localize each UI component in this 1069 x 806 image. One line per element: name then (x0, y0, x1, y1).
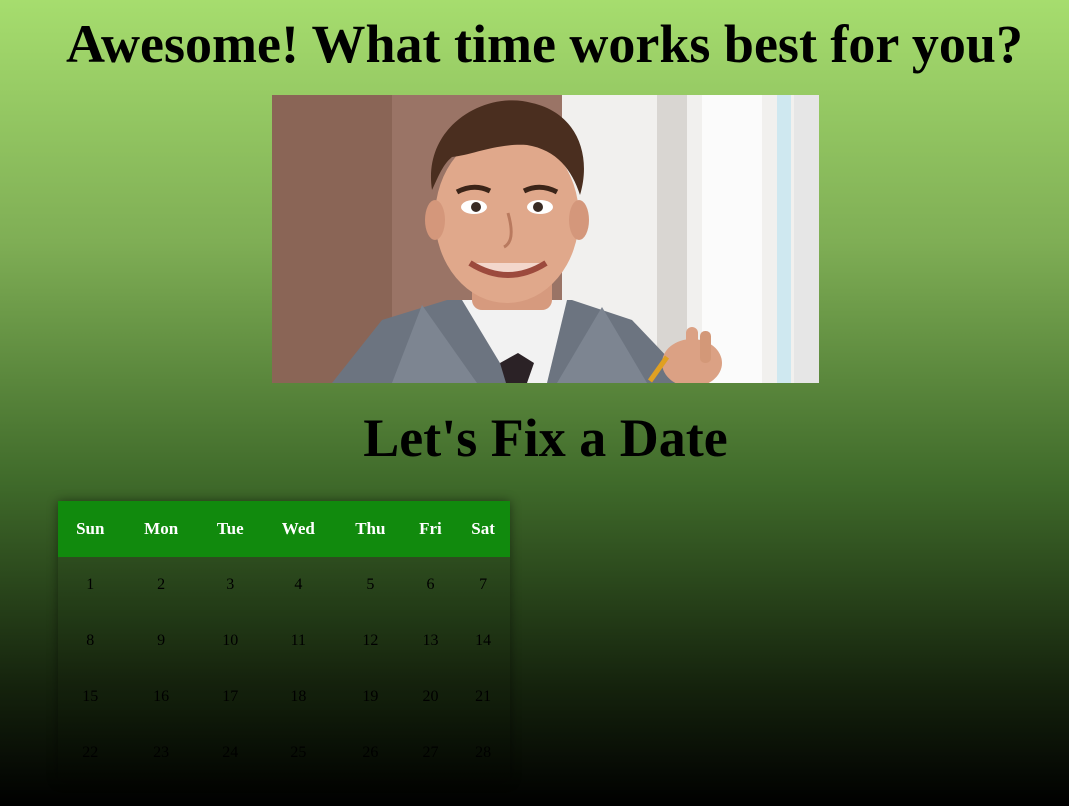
calendar-day[interactable]: 16 (123, 669, 200, 725)
calendar-day[interactable]: 22 (58, 725, 123, 781)
calendar-day[interactable]: 5 (336, 557, 405, 613)
calendar-day[interactable]: 23 (123, 725, 200, 781)
calendar-day[interactable]: 20 (405, 669, 457, 725)
calendar-day[interactable]: 11 (261, 613, 336, 669)
calendar-day[interactable]: 26 (336, 725, 405, 781)
calendar-week-row: 8 9 10 11 12 13 14 (58, 613, 510, 669)
weekday-mon: Mon (122, 501, 200, 557)
calendar-day[interactable]: 10 (200, 613, 261, 669)
weekday-sun: Sun (58, 501, 123, 557)
reaction-photo (272, 95, 819, 383)
calendar-day[interactable]: 12 (336, 613, 405, 669)
calendar-day[interactable]: 21 (456, 669, 510, 725)
calendar-week-row: 1 2 3 4 5 6 7 (58, 557, 510, 613)
calendar-day[interactable]: 7 (456, 557, 510, 613)
calendar-day[interactable]: 8 (58, 613, 123, 669)
calendar-day[interactable]: 18 (261, 669, 336, 725)
calendar-week-row: 15 16 17 18 19 20 21 (58, 669, 510, 725)
calendar-day[interactable]: 27 (405, 725, 457, 781)
calendar-day[interactable]: 9 (123, 613, 200, 669)
calendar-day[interactable]: 13 (405, 613, 457, 669)
calendar-day[interactable]: 25 (261, 725, 336, 781)
calendar-day[interactable]: 19 (336, 669, 405, 725)
calendar-heading: Let's Fix a Date (363, 408, 728, 468)
weekday-thu: Thu (335, 501, 405, 557)
calendar-day[interactable]: 4 (261, 557, 336, 613)
weekday-sat: Sat (456, 501, 510, 557)
calendar-day[interactable]: 3 (200, 557, 261, 613)
weekday-tue: Tue (199, 501, 261, 557)
calendar-week-row: 22 23 24 25 26 27 28 (58, 725, 510, 781)
calendar-day[interactable]: 28 (456, 725, 510, 781)
weekday-fri: Fri (404, 501, 457, 557)
calendar-day[interactable]: 17 (200, 669, 261, 725)
calendar-day[interactable]: 2 (123, 557, 200, 613)
calendar-day[interactable]: 1 (58, 557, 123, 613)
page-headline: Awesome! What time works best for you? (66, 14, 1023, 74)
weekday-wed: Wed (260, 501, 336, 557)
weekday-header-row: Sun Mon Tue Wed Thu Fri Sat (58, 501, 510, 557)
calendar-day[interactable]: 6 (405, 557, 457, 613)
calendar-day[interactable]: 24 (200, 725, 261, 781)
calendar-day[interactable]: 14 (456, 613, 510, 669)
date-picker-calendar: Sun Mon Tue Wed Thu Fri Sat 1 2 3 4 5 6 … (58, 501, 510, 781)
calendar-day[interactable]: 15 (58, 669, 123, 725)
